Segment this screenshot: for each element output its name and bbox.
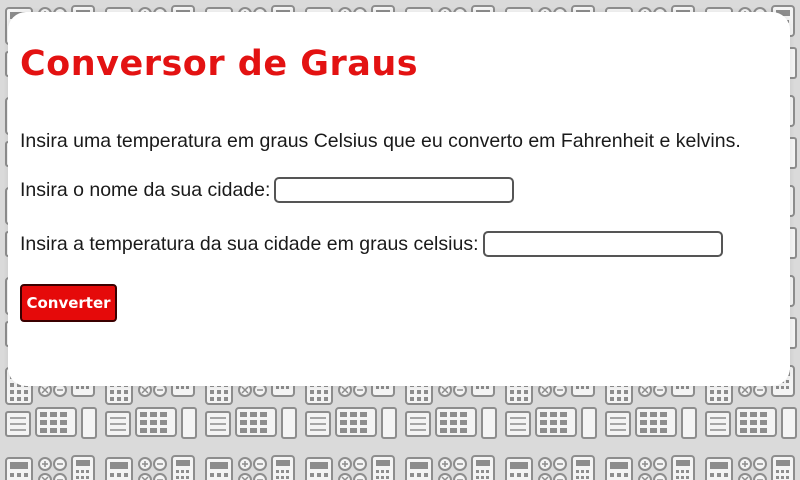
city-field-row: Insira o nome da sua cidade: — [20, 177, 515, 203]
city-input[interactable] — [274, 177, 515, 203]
intro-text: Insira uma temperatura em graus Celsius … — [20, 130, 741, 152]
temperature-input[interactable] — [482, 231, 723, 257]
convert-button[interactable]: Converter — [20, 284, 117, 322]
city-label: Insira o nome da sua cidade: — [20, 178, 271, 201]
temperature-field-row: Insira a temperatura da sua cidade em gr… — [20, 231, 723, 257]
temperature-label: Insira a temperatura da sua cidade em gr… — [20, 232, 479, 255]
page-title: Conversor de Graus — [20, 44, 419, 84]
